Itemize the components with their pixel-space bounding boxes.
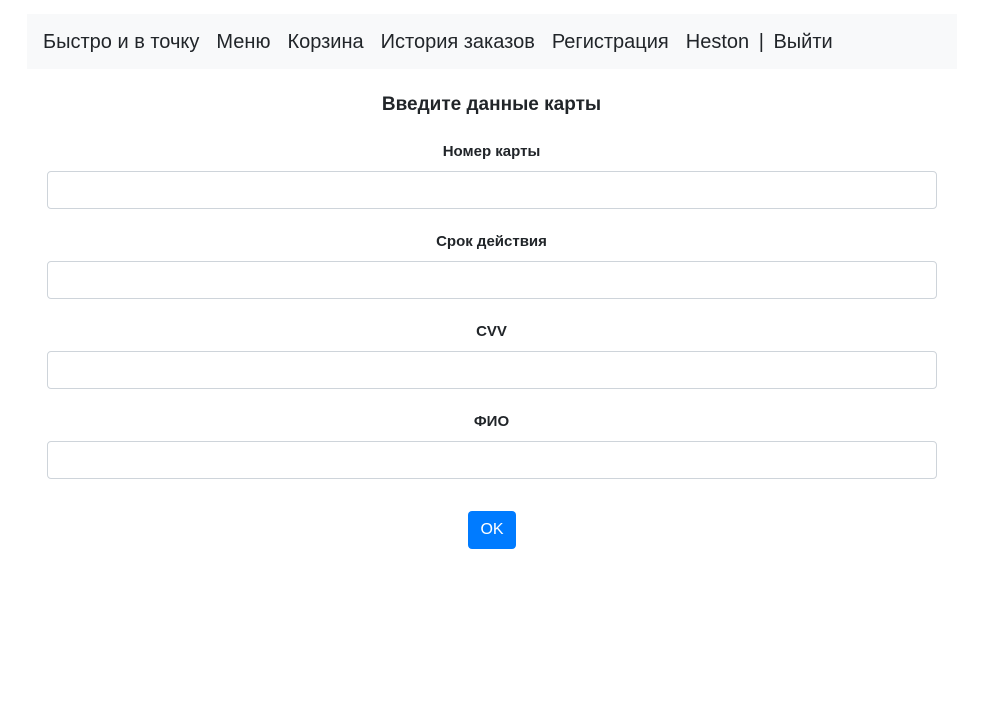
nav-logout-link[interactable]: Выйти (773, 31, 832, 53)
ok-button[interactable]: OK (468, 511, 516, 549)
navbar-brand[interactable]: Быстро и в точку (43, 32, 199, 52)
card-number-label: Номер карты (442, 143, 541, 160)
expiry-date-input[interactable] (47, 261, 937, 299)
cvv-label: CVV (476, 323, 507, 340)
nav-link-order-history[interactable]: История заказов (381, 32, 535, 52)
top-navbar: Быстро и в точку Меню Корзина История за… (27, 14, 957, 69)
full-name-input[interactable] (47, 441, 937, 479)
expiry-date-label: Срок действия (436, 233, 547, 250)
nav-user-block: Heston | Выйти (686, 32, 833, 52)
card-number-input[interactable] (47, 171, 937, 209)
cvv-input[interactable] (47, 351, 937, 389)
form-title: Введите данные карты (381, 94, 602, 115)
full-name-label: ФИО (473, 413, 510, 430)
nav-user-name[interactable]: Heston (686, 31, 749, 53)
nav-link-cart[interactable]: Корзина (287, 32, 363, 52)
nav-separator: | (758, 30, 764, 53)
nav-link-registration[interactable]: Регистрация (552, 32, 669, 52)
nav-link-menu[interactable]: Меню (216, 32, 270, 52)
